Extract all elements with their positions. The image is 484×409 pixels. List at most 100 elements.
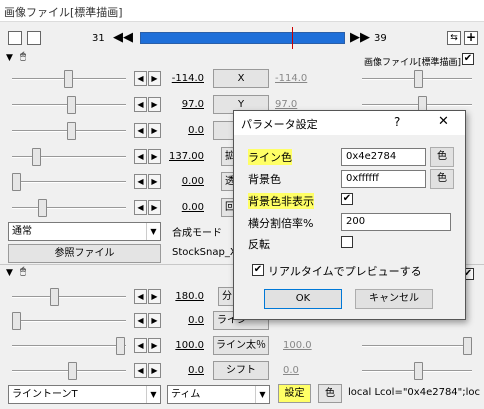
slider-knob[interactable] [38,199,47,217]
line-color-picker-button[interactable]: 色 [430,147,454,167]
step-left-button[interactable]: ◀ [134,149,147,164]
collapse-toggle-icon[interactable]: ▼ [6,268,13,278]
add-icon[interactable]: + [464,31,478,45]
slider-knob[interactable] [68,362,77,380]
reference-file-button[interactable]: 参照ファイル [8,244,161,263]
bg-color-picker-button[interactable]: 色 [430,169,454,189]
bg-hide-checkbox[interactable]: ✔ [341,193,353,205]
slider-track[interactable] [12,207,126,209]
step-right-button[interactable]: ▶ [148,363,161,378]
param-value[interactable]: 180.0 [166,291,204,302]
slider-knob-end[interactable] [414,70,423,88]
param-end-value[interactable]: -114.0 [275,73,313,84]
slider-knob[interactable] [50,288,59,306]
link-icon[interactable]: ⇆ [447,31,461,45]
step-left-button[interactable]: ◀ [134,123,147,138]
color-button[interactable]: 色 [318,384,342,403]
step-left-button[interactable]: ◀ [134,289,147,304]
slider-track[interactable] [12,156,126,158]
effect-select[interactable]: ライントーンT ▼ [8,385,161,404]
step-right-button[interactable]: ▶ [148,338,161,353]
chevron-down-icon: ▼ [146,386,160,403]
timeline-cursor[interactable] [292,27,293,49]
param-value[interactable]: 0.0 [166,315,204,326]
slider-knob[interactable] [32,148,41,166]
div-ratio-input[interactable]: 200 [341,213,451,231]
slider-knob-end[interactable] [463,337,472,355]
step-right-button[interactable]: ▶ [148,174,161,189]
step-right-button[interactable]: ▶ [148,71,161,86]
param-value[interactable]: 0.00 [166,176,204,187]
step-left-button[interactable]: ◀ [134,363,147,378]
step-right-button[interactable]: ▶ [148,149,161,164]
cancel-button[interactable]: キャンセル [355,289,433,309]
slider-knob[interactable] [67,122,76,140]
timeline-track[interactable] [140,32,345,44]
line-color-label: ライン色 [248,149,292,165]
slider-track-end[interactable] [362,104,472,106]
param-end-value[interactable]: 100.0 [283,340,321,351]
param-value[interactable]: 0.0 [166,125,204,136]
step-left-button[interactable]: ◀ [134,174,147,189]
slider-knob[interactable] [67,96,76,114]
step-left-button[interactable]: ◀ [134,97,147,112]
prev-frame-icon[interactable]: ◀◀ [113,31,133,45]
param-value[interactable]: 137.00 [166,151,204,162]
param-button-x[interactable]: X [213,69,269,88]
slider-knob-end[interactable] [414,362,423,380]
mode-select-value: ティム [171,389,201,400]
camera-icon[interactable] [27,31,41,45]
help-icon[interactable]: ? [394,115,400,129]
realtime-preview-checkbox[interactable]: ✔ [252,264,264,276]
slider-track[interactable] [12,320,126,322]
param-end-value[interactable]: 0.0 [283,365,321,376]
div-ratio-label: 横分割倍率% [248,217,314,230]
step-right-button[interactable]: ▶ [148,289,161,304]
line-color-input[interactable]: 0x4e2784 [341,148,426,166]
slider-track-end[interactable] [362,345,472,347]
slider-knob[interactable] [12,312,21,330]
ok-button[interactable]: OK [264,289,342,309]
param-end-value[interactable]: 97.0 [275,99,313,110]
start-frame: 31 [92,33,105,44]
collapse-toggle-icon[interactable]: ▼ [6,53,13,63]
chevron-down-icon: ▼ [146,223,160,240]
effect-select-value: ライントーンT [12,389,78,400]
step-right-button[interactable]: ▶ [148,200,161,215]
step-left-button[interactable]: ◀ [134,338,147,353]
bg-color-label: 背景色 [248,173,281,186]
step-right-button[interactable]: ▶ [148,123,161,138]
step-right-button[interactable]: ▶ [148,313,161,328]
step-left-button[interactable]: ◀ [134,200,147,215]
settings-button[interactable]: 設定 [278,384,311,403]
window-title: 画像ファイル[標準描画] [4,6,123,19]
blend-mode-value: 通常 [12,226,32,237]
slider-track[interactable] [12,296,126,298]
step-right-button[interactable]: ▶ [148,97,161,112]
object-enabled-checkbox[interactable]: ✔ [462,53,474,65]
param-value[interactable]: 0.00 [166,202,204,213]
slider-knob[interactable] [116,337,125,355]
bg-color-input[interactable]: 0xffffff [341,170,426,188]
slider-track[interactable] [12,345,126,347]
blend-mode-select[interactable]: 通常 ▼ [8,222,161,241]
param-value[interactable]: 97.0 [166,99,204,110]
step-left-button[interactable]: ◀ [134,71,147,86]
mode-select[interactable]: ティム ▼ [167,385,270,404]
next-frame-icon[interactable]: ▶▶ [350,31,370,45]
flip-checkbox[interactable] [341,236,353,248]
mouse-icon: 🖱 [20,266,26,277]
param-button-line-width[interactable]: ライン太％ [213,336,269,355]
slider-track[interactable] [12,181,126,183]
close-icon[interactable]: ✕ [438,114,449,129]
reference-filename: StockSnap_X [172,247,237,258]
grid-icon[interactable] [8,31,22,45]
param-button-shift[interactable]: シフト [213,361,269,380]
param-value[interactable]: 0.0 [166,365,204,376]
param-value[interactable]: -114.0 [166,73,204,84]
dialog-titlebar: パラメータ設定 ? ✕ [234,111,465,135]
slider-knob[interactable] [12,173,21,191]
slider-knob[interactable] [64,70,73,88]
param-value[interactable]: 100.0 [166,340,204,351]
step-left-button[interactable]: ◀ [134,313,147,328]
